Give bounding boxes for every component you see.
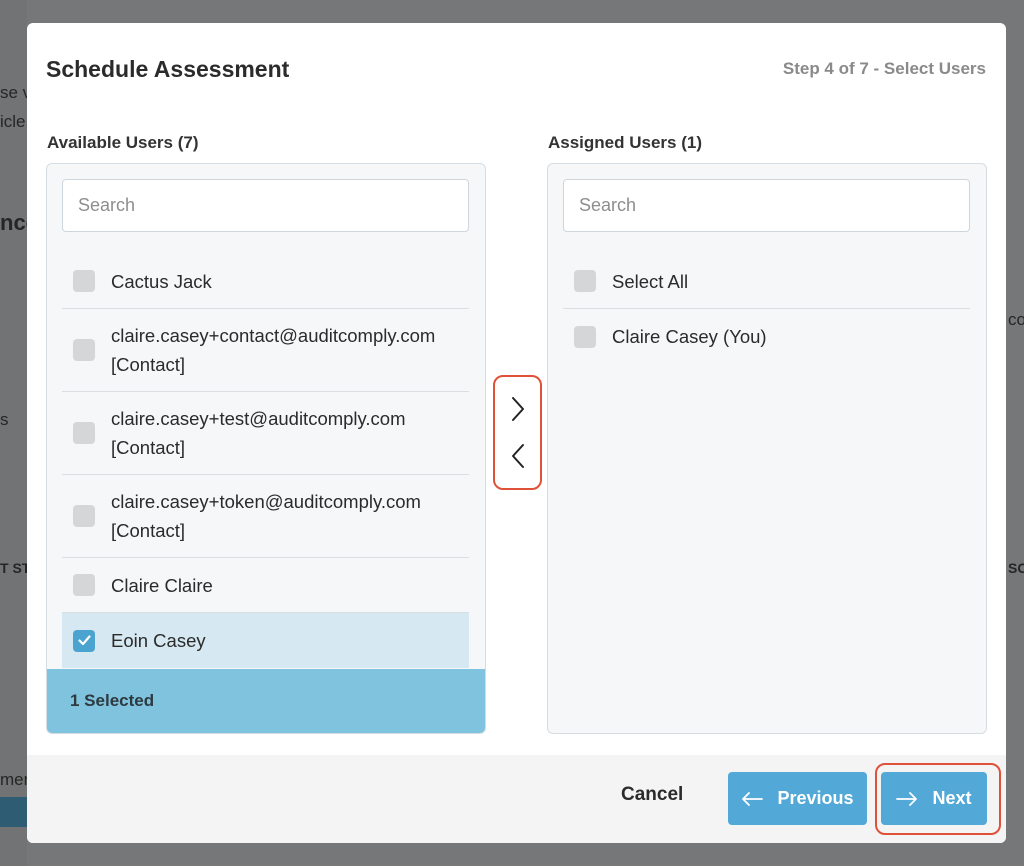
modal-header: Schedule Assessment Step 4 of 7 - Select… — [27, 23, 1006, 115]
background-text: s — [0, 410, 9, 429]
available-users-panel: Cactus Jack claire.casey+contact@auditco… — [46, 163, 486, 734]
available-users-title: Available Users (7) — [47, 133, 199, 152]
background-text: SCH — [1008, 560, 1024, 576]
previous-label: Previous — [777, 788, 854, 808]
list-item[interactable]: claire.casey+test@auditcomply.com [Conta… — [62, 392, 469, 475]
list-item-selected[interactable]: Eoin Casey — [62, 613, 469, 668]
next-label: Next — [932, 788, 972, 808]
assigned-users-panel: Select All Claire Casey (You) — [547, 163, 987, 734]
available-users-list: Cactus Jack claire.casey+contact@auditco… — [62, 254, 469, 668]
arrow-right-icon — [896, 791, 918, 806]
background-bar — [0, 797, 27, 827]
user-label: Claire Casey (You) — [612, 326, 767, 347]
user-label: claire.casey+test@auditcomply.com [Conta… — [111, 404, 406, 462]
user-label: Eoin Casey — [111, 630, 206, 651]
modal-title: Schedule Assessment — [46, 56, 290, 82]
checkbox[interactable] — [574, 325, 596, 348]
user-type: [Contact] — [111, 354, 186, 375]
list-item[interactable]: Cactus Jack — [62, 254, 469, 309]
user-email: claire.casey+contact@auditcomply.com — [111, 325, 436, 346]
assigned-search-input[interactable] — [563, 179, 970, 232]
next-button[interactable]: Next — [881, 772, 987, 825]
list-item[interactable]: Claire Claire — [62, 558, 469, 613]
chevron-left-icon — [511, 444, 524, 469]
user-label: Cactus Jack — [111, 270, 212, 292]
list-item[interactable]: claire.casey+token@auditcomply.com [Cont… — [62, 475, 469, 558]
checkbox[interactable] — [574, 270, 596, 292]
user-email: claire.casey+test@auditcomply.com — [111, 408, 406, 429]
arrow-left-icon — [742, 791, 764, 806]
checkbox[interactable] — [73, 422, 95, 444]
chevron-right-icon — [511, 396, 524, 421]
previous-button[interactable]: Previous — [728, 772, 867, 825]
background-text: con — [1008, 310, 1024, 329]
user-type: [Contact] — [111, 437, 186, 458]
list-item[interactable]: Claire Casey (You) — [563, 309, 970, 364]
assigned-users-list: Select All Claire Casey (You) — [563, 254, 970, 364]
list-item[interactable]: claire.casey+contact@auditcomply.com [Co… — [62, 309, 469, 392]
checkmark-icon — [77, 635, 91, 646]
schedule-assessment-modal: Schedule Assessment Step 4 of 7 - Select… — [27, 23, 1006, 843]
move-right-button[interactable] — [503, 391, 533, 427]
checkbox[interactable] — [73, 574, 95, 596]
checkbox[interactable] — [73, 339, 95, 361]
available-search-input[interactable] — [62, 179, 469, 232]
user-label: claire.casey+contact@auditcomply.com [Co… — [111, 321, 435, 379]
select-all-label: Select All — [612, 270, 689, 292]
user-email: claire.casey+token@auditcomply.com — [111, 491, 421, 512]
move-left-button[interactable] — [503, 438, 533, 474]
user-label: Claire Claire — [111, 574, 213, 596]
background-text: icle — [0, 112, 26, 131]
modal-footer: Cancel Previous Next — [27, 755, 1006, 843]
checkbox[interactable] — [73, 505, 95, 527]
cancel-button[interactable]: Cancel — [621, 784, 683, 806]
checkbox[interactable] — [73, 270, 95, 292]
checkbox-checked[interactable] — [73, 629, 95, 652]
assigned-users-title: Assigned Users (1) — [548, 133, 702, 152]
transfer-controls — [493, 375, 542, 490]
user-type: [Contact] — [111, 520, 186, 541]
select-all-row[interactable]: Select All — [563, 254, 970, 309]
step-indicator: Step 4 of 7 - Select Users — [782, 59, 986, 78]
selected-count-bar: 1 Selected — [47, 669, 485, 733]
user-label: claire.casey+token@auditcomply.com [Cont… — [111, 487, 421, 545]
